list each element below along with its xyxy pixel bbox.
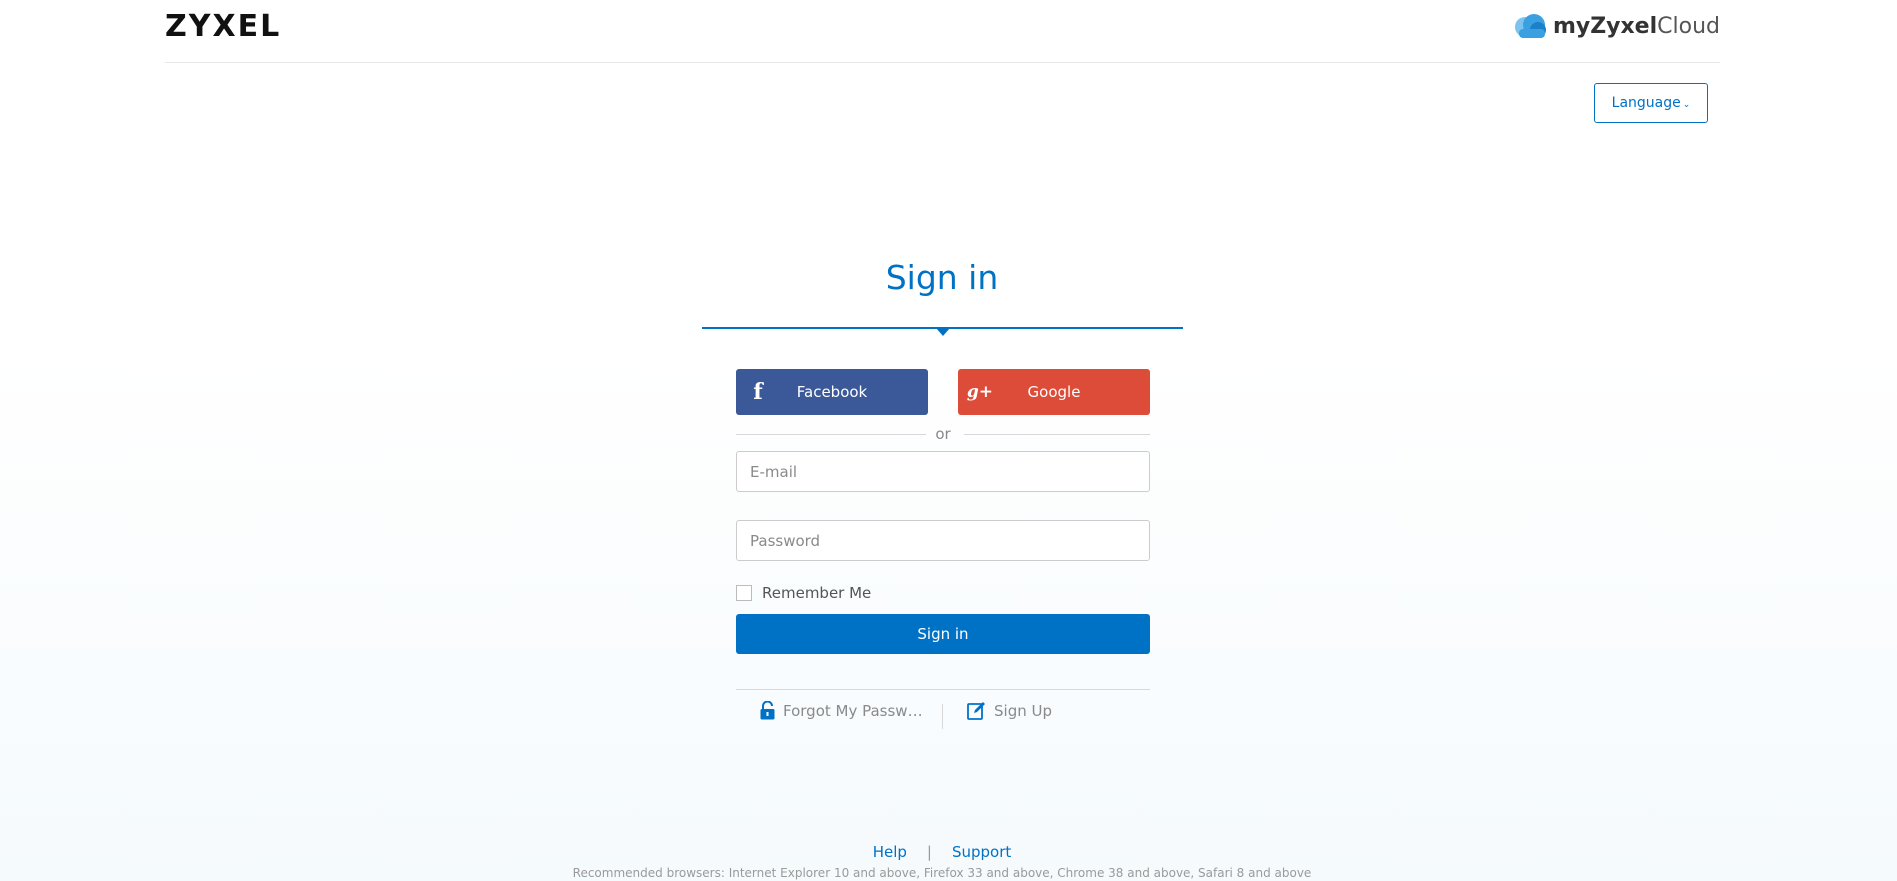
footer-links: Help | Support — [0, 843, 1884, 861]
signin-title: Sign in — [885, 258, 999, 297]
page-root: ZYXEL myZyxelCloud Language ⌄ Sign in f … — [0, 0, 1897, 881]
password-field[interactable] — [736, 520, 1150, 561]
footer-separator: | — [926, 843, 932, 861]
top-header: ZYXEL myZyxelCloud — [165, 0, 1720, 63]
forgot-password-label: Forgot My Password — [783, 701, 923, 720]
facebook-icon: f — [753, 379, 763, 405]
facebook-label: Facebook — [796, 383, 868, 401]
signup-label: Sign Up — [994, 701, 1052, 720]
language-dropdown[interactable]: Language ⌄ — [1594, 83, 1708, 123]
email-field[interactable] — [736, 451, 1150, 492]
zyxel-logo: ZYXEL — [165, 9, 282, 44]
cloud-logo-text: myZyxelCloud — [1552, 13, 1720, 39]
help-link[interactable]: Help — [873, 843, 907, 861]
lock-icon — [760, 701, 775, 720]
bottom-divider — [736, 689, 1150, 690]
google-signin-button[interactable]: g+ Google — [958, 369, 1150, 415]
remember-me-checkbox[interactable] — [736, 585, 752, 601]
support-link[interactable]: Support — [952, 843, 1011, 861]
remember-me-label: Remember Me — [762, 584, 872, 602]
or-divider: or — [736, 424, 1150, 444]
edit-icon — [967, 702, 985, 720]
chevron-down-icon: ⌄ — [1682, 99, 1691, 110]
google-label: Google — [1027, 383, 1081, 401]
remember-me: Remember Me — [736, 584, 871, 602]
or-line-right — [964, 434, 1150, 435]
myzyxelcloud-logo: myZyxelCloud — [1513, 10, 1720, 42]
google-plus-icon: g+ — [966, 382, 994, 402]
cloud-icon — [1514, 14, 1546, 38]
recommended-browsers-note: Recommended browsers: Internet Explorer … — [572, 866, 1312, 880]
language-label: Language — [1611, 95, 1681, 111]
signin-submit-button[interactable]: Sign in — [736, 614, 1150, 654]
facebook-signin-button[interactable]: f Facebook — [736, 369, 928, 415]
title-caret-icon — [936, 328, 950, 336]
signup-link[interactable]: Sign Up — [967, 701, 1052, 720]
bottom-separator — [942, 704, 943, 729]
forgot-password-link[interactable]: Forgot My Password — [760, 701, 923, 720]
